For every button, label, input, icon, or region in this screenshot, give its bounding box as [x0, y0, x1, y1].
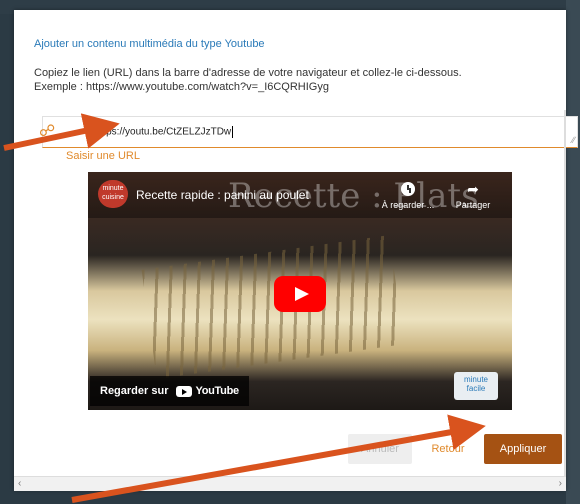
scroll-right-icon[interactable]: › — [559, 477, 562, 491]
apply-button[interactable]: Appliquer — [484, 434, 562, 464]
watch-on-label: Regarder sur — [100, 385, 169, 397]
horizontal-scrollbar[interactable]: ‹ › — [14, 476, 566, 491]
channel-logo[interactable]: minute cuisine — [98, 180, 128, 208]
corner-badge: minute facile — [454, 372, 498, 400]
instructions: Copiez le lien (URL) dans la barre d'adr… — [34, 66, 462, 94]
video-preview[interactable]: Recette : Plats minute cuisine Recette r… — [88, 172, 512, 410]
youtube-logo-icon — [176, 385, 193, 397]
cancel-button[interactable]: Annuler — [348, 434, 412, 464]
url-input-value: https://youtu.be/CtZELZJzTDw — [95, 126, 234, 138]
link-icon: ☍ — [39, 123, 56, 140]
play-icon[interactable] — [274, 276, 326, 312]
page-background-right — [566, 0, 580, 504]
watch-later-button[interactable]: À regarder ... — [378, 182, 438, 210]
share-label: Partager — [455, 200, 491, 210]
back-button[interactable]: Retour — [418, 434, 478, 464]
dialog-title: Ajouter un contenu multimédia du type Yo… — [34, 38, 265, 50]
url-hint: Saisir une URL — [66, 150, 140, 162]
url-input[interactable]: ☍ https://youtu.be/CtZELZJzTDw ∕∕ — [39, 116, 578, 148]
scroll-left-icon[interactable]: ‹ — [18, 477, 21, 491]
youtube-embed-dialog: Ajouter un contenu multimédia du type Yo… — [14, 10, 578, 491]
instruction-line-1: Copiez le lien (URL) dans la barre d'adr… — [34, 67, 462, 79]
share-icon: ➦ — [467, 181, 479, 197]
share-button[interactable]: ➦ Partager — [448, 182, 498, 210]
video-frame-grill — [141, 235, 405, 379]
vertical-scrollbar[interactable] — [564, 110, 566, 480]
watch-on-youtube-button[interactable]: Regarder sur YouTube — [90, 376, 249, 406]
resize-grip-icon[interactable]: ∕∕ — [572, 136, 575, 145]
watch-later-label: À regarder ... — [381, 200, 435, 210]
clock-icon — [401, 182, 415, 196]
instruction-line-2: Exemple : https://www.youtube.com/watch?… — [34, 81, 329, 93]
video-title[interactable]: Recette rapide : panini au poulet — [136, 188, 309, 202]
text-caret — [232, 126, 234, 138]
youtube-wordmark: YouTube — [195, 385, 239, 397]
